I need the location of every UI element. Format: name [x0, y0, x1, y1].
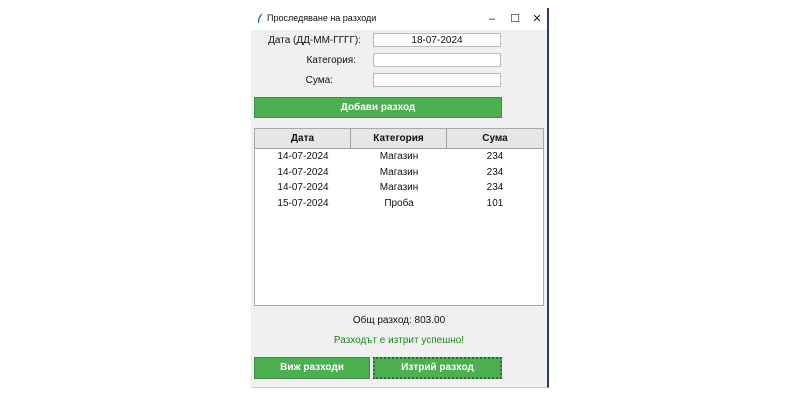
app-window: Проследяване на разходи – ☐ ✕ Дата (ДД-М…: [251, 8, 549, 388]
column-header-date[interactable]: Дата: [255, 129, 351, 148]
column-header-category[interactable]: Категория: [351, 129, 447, 148]
cell-date: 14-07-2024: [277, 151, 329, 162]
cell-date: 14-07-2024: [277, 182, 329, 193]
amount-label: Сума:: [305, 75, 333, 86]
cell-amount: 234: [486, 166, 504, 178]
minimize-button[interactable]: –: [482, 11, 502, 27]
column-header-amount[interactable]: Сума: [447, 129, 543, 148]
table-row[interactable]: 15-07-2024 Проба 101: [255, 196, 543, 212]
close-button[interactable]: ✕: [527, 11, 547, 27]
cell-category: Проба: [384, 197, 414, 209]
status-message: Разходът е изтрит успешно!: [333, 335, 465, 346]
date-input[interactable]: [373, 33, 501, 47]
expenses-table[interactable]: Дата Категория Сума 14-07-2024 Магазин 2…: [254, 128, 544, 306]
date-label: Дата (ДД-ММ-ГГГГ):: [268, 35, 361, 46]
cell-category: Магазин: [379, 182, 419, 193]
table-body: 14-07-2024 Магазин 234 14-07-2024 Магази…: [255, 149, 543, 211]
table-header: Дата Категория Сума: [255, 129, 543, 149]
add-expense-button[interactable]: Добави разход: [254, 97, 502, 118]
table-row[interactable]: 14-07-2024 Магазин 234: [255, 149, 543, 165]
maximize-button[interactable]: ☐: [505, 11, 525, 27]
cell-date: 14-07-2024: [277, 166, 329, 178]
category-label: Категория:: [306, 55, 356, 66]
feather-icon: [258, 13, 263, 23]
window-title: Проследяване на разходи: [267, 13, 377, 23]
cell-amount: 234: [486, 182, 504, 193]
amount-input[interactable]: [373, 73, 501, 87]
delete-expense-button[interactable]: Изтрий разход: [373, 357, 502, 379]
cell-amount: 234: [486, 151, 504, 162]
category-input[interactable]: [373, 53, 501, 67]
total-expense-label: Общ разход: 803.00: [352, 315, 446, 326]
cell-category: Магазин: [379, 166, 419, 178]
cell-category: Магазин: [379, 151, 419, 162]
cell-amount: 101: [486, 197, 504, 209]
view-expenses-button[interactable]: Виж разходи: [254, 357, 370, 379]
table-row[interactable]: 14-07-2024 Магазин 234: [255, 180, 543, 196]
cell-date: 15-07-2024: [277, 197, 329, 209]
title-bar[interactable]: Проследяване на разходи – ☐ ✕: [251, 8, 547, 30]
table-row[interactable]: 14-07-2024 Магазин 234: [255, 165, 543, 181]
